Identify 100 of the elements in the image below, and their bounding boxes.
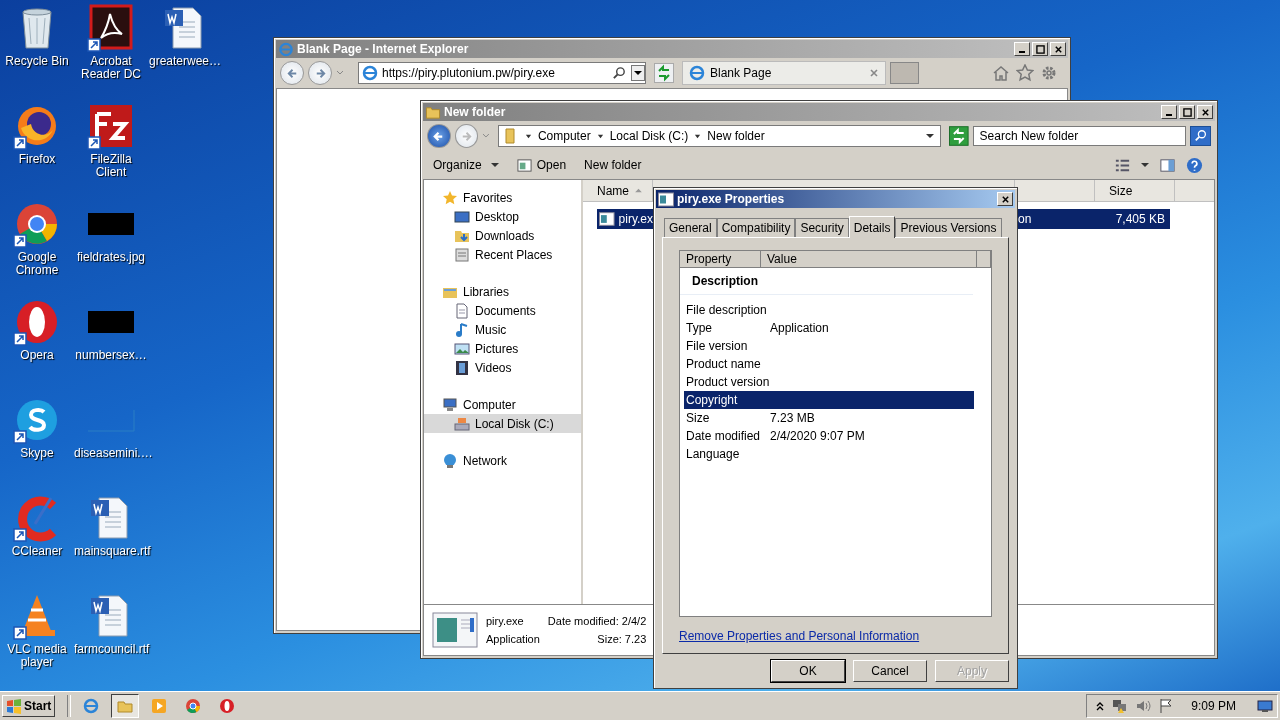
network-icon[interactable]	[1112, 698, 1129, 714]
desktop-icon[interactable]: Firefox	[0, 102, 74, 200]
caret-icon[interactable]	[1141, 161, 1149, 169]
close-icon	[1000, 194, 1010, 204]
property-row[interactable]: Product name	[684, 355, 974, 373]
nav-item[interactable]: Downloads	[424, 226, 581, 245]
property-row[interactable]: File description	[684, 301, 974, 319]
column-header[interactable]: Size	[1095, 180, 1175, 202]
help-icon[interactable]	[1186, 156, 1203, 174]
nav-item[interactable]: Favorites	[424, 188, 581, 207]
browser-logo-icon	[362, 65, 378, 81]
nav-item[interactable]: Videos	[424, 358, 581, 377]
file-name-cell[interactable]: piry.ex	[597, 209, 653, 229]
tab[interactable]: General	[664, 218, 717, 237]
column-header[interactable]: Property	[680, 251, 761, 268]
desktop-icon[interactable]: fieldrates.jpg	[74, 200, 148, 298]
clock[interactable]: 9:09 PM	[1191, 699, 1236, 713]
desktop-icon[interactable]: Recycle Bin	[0, 4, 74, 102]
network-icon	[442, 452, 458, 469]
browser-tab[interactable]: Blank Page	[682, 61, 886, 85]
caret-icon[interactable]	[524, 132, 532, 140]
back-button[interactable]	[280, 61, 304, 85]
breadcrumb-item[interactable]: Computer	[537, 129, 591, 143]
speaker-icon[interactable]	[1135, 698, 1152, 714]
nav-item[interactable]: Network	[424, 451, 581, 470]
search-icon[interactable]	[612, 65, 627, 81]
forward-button[interactable]	[308, 61, 332, 85]
breadcrumb-item[interactable]: New folder	[707, 129, 765, 143]
address-field[interactable]: https://piry.plutonium.pw/piry.exe	[358, 62, 646, 84]
desktop-icon[interactable]: numbersex…	[74, 298, 148, 396]
refresh-icon[interactable]	[654, 63, 674, 83]
tab[interactable]: Security	[795, 218, 849, 237]
desktop-icon[interactable]: farmcouncil.rtf	[74, 592, 148, 690]
settings-icon[interactable]	[1040, 64, 1058, 82]
start-button[interactable]: Start	[2, 695, 56, 717]
icon-label: VLC media player	[6, 643, 68, 669]
home-icon[interactable]	[992, 64, 1010, 82]
caret-icon[interactable]	[694, 132, 702, 140]
show-hidden-icons-icon[interactable]	[1095, 701, 1106, 711]
command-button[interactable]: New folder	[580, 156, 646, 174]
tab[interactable]: Details	[848, 216, 896, 238]
breadcrumb-item[interactable]: Local Disk (C:)	[609, 129, 689, 143]
nav-item[interactable]: Computer	[424, 395, 581, 414]
nav-item[interactable]: Local Disk (C:)	[424, 414, 581, 433]
star-icon[interactable]	[1016, 64, 1034, 82]
desktop-icon[interactable]: Skype	[0, 396, 74, 494]
desktop-icon[interactable]: VLC media player	[0, 592, 74, 690]
search-button[interactable]	[1190, 126, 1211, 146]
command-button[interactable]: Open	[512, 155, 571, 175]
tab[interactable]: Previous Versions	[895, 218, 1002, 237]
icon-label: Acrobat Reader DC	[80, 55, 142, 81]
icon-label: Firefox	[17, 153, 57, 166]
nav-item[interactable]: Documents	[424, 301, 581, 320]
desktop-icon[interactable]: Opera	[0, 298, 74, 396]
document-icon	[454, 302, 470, 319]
close-tab-icon[interactable]	[869, 68, 879, 78]
icon-label: Skype	[19, 447, 55, 460]
forward-button[interactable]	[454, 124, 479, 148]
caret-icon[interactable]	[596, 132, 604, 140]
taskbar-app-button[interactable]	[111, 694, 140, 718]
tab[interactable]: Compatibility	[716, 218, 796, 237]
close-icon	[1200, 107, 1210, 117]
desktop-icon[interactable]: FileZilla Client	[74, 102, 148, 200]
desktop-icon[interactable]: greaterwee…	[148, 4, 222, 102]
dropdown-icon[interactable]	[925, 132, 934, 140]
address-bar[interactable]: Computer Local Disk (C:) New folder	[497, 125, 941, 147]
property-row[interactable]: File version	[684, 337, 974, 355]
property-row[interactable]: Date modified 2/4/2020 9:07 PM	[684, 427, 974, 445]
nav-item[interactable]: Libraries	[424, 282, 581, 301]
property-row[interactable]: Size 7.23 MB	[684, 409, 974, 427]
nav-item[interactable]: Recent Places	[424, 245, 581, 264]
column-header[interactable]: Value	[761, 251, 977, 268]
nav-item[interactable]: Music	[424, 320, 581, 339]
nav-item[interactable]: Desktop	[424, 207, 581, 226]
desktop-icon[interactable]: Acrobat Reader DC	[74, 4, 148, 102]
property-row[interactable]: Type Application	[684, 319, 974, 337]
command-button[interactable]: Organize	[429, 156, 503, 174]
column-header[interactable]	[977, 251, 991, 268]
dialog-button[interactable]: OK	[771, 660, 845, 682]
refresh-icon[interactable]	[948, 126, 969, 146]
icon-label: numbersex…	[74, 349, 148, 362]
browser-logo-icon	[689, 65, 705, 81]
icon-label: Recycle Bin	[4, 55, 70, 68]
remove-properties-link[interactable]: Remove Properties and Personal Information	[679, 629, 992, 643]
search-field[interactable]: Search New folder	[972, 126, 1187, 146]
pictures-icon	[454, 340, 470, 357]
desktop-icon[interactable]: Google Chrome	[0, 200, 74, 298]
back-button[interactable]	[427, 124, 451, 148]
close-button[interactable]	[997, 192, 1013, 206]
property-row[interactable]: Copyright	[684, 391, 974, 409]
preview-pane-icon[interactable]	[1159, 156, 1176, 174]
icon-label: FileZilla Client	[89, 153, 133, 179]
property-row[interactable]: Language	[684, 445, 974, 463]
desktop-icon[interactable]: CCleaner	[0, 494, 74, 592]
nav-item[interactable]: Pictures	[424, 339, 581, 358]
window-title: Blank Page - Internet Explorer	[297, 42, 470, 56]
property-row[interactable]: Product version	[684, 373, 974, 391]
dropdown-icon[interactable]	[631, 64, 645, 82]
monitor-icon[interactable]	[1257, 698, 1273, 714]
dialog-button[interactable]: Cancel	[853, 660, 927, 682]
